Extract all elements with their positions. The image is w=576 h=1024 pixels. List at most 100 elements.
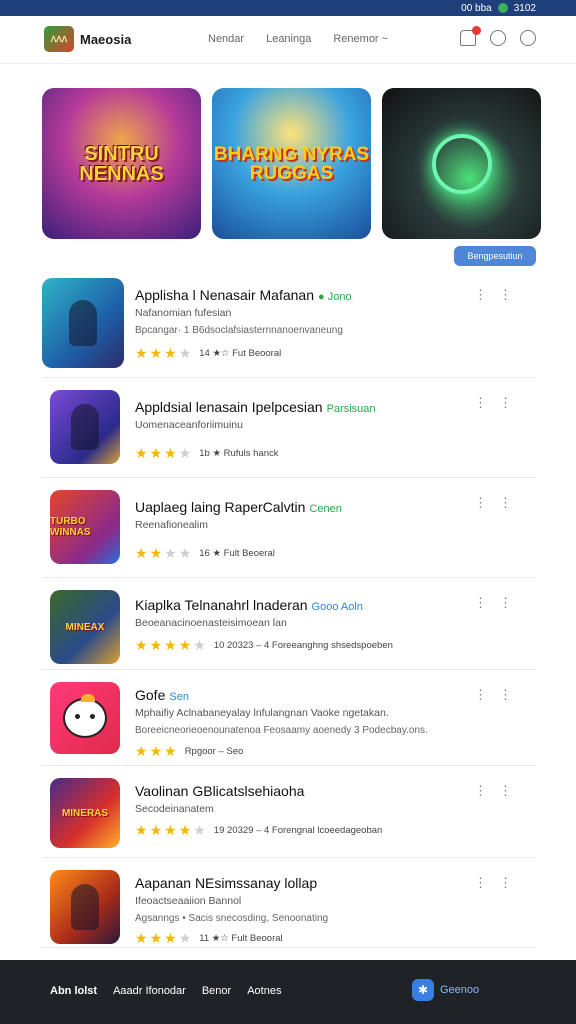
- app-meta: 1b ★ Rufuls hanck: [199, 447, 279, 459]
- app-icon[interactable]: [50, 870, 120, 944]
- star-icon: ★: [178, 445, 192, 461]
- bottom-bar: Abn lolst Aaadr Ifonodar Benor Aotnes ✱ …: [0, 960, 576, 1024]
- app-name-text: Vaolinan GBlicatslsehiaoha: [135, 783, 305, 799]
- app-subtitle: Uomenaceanforiimuinu: [135, 419, 243, 431]
- app-list-item[interactable]: MINERAS Vaolinan GBlicatslsehiaoha Secodei…: [42, 766, 536, 858]
- app-meta: 10 20323 – 4 Foreeanghng shsedspoeben: [213, 639, 393, 651]
- app-icon[interactable]: [50, 682, 120, 754]
- footer-link-4[interactable]: Aotnes: [247, 985, 281, 997]
- notification-badge: [472, 26, 481, 35]
- star-icon: ★: [178, 822, 192, 838]
- top-navigation: ᐱᐱᐱ Maeosia Nendar Leaninga Renemor ~: [0, 16, 576, 64]
- brand-name[interactable]: Maeosia: [80, 32, 131, 47]
- star-icon: ★: [164, 637, 177, 653]
- star-icon: ★: [149, 930, 163, 946]
- mascot-face-icon: [63, 694, 107, 738]
- footer-link-1[interactable]: Abn lolst: [50, 985, 97, 997]
- more-options-icon[interactable]: ⋮⋮: [474, 875, 524, 891]
- app-icon[interactable]: MINEAX: [50, 590, 120, 664]
- app-name[interactable]: Gofe Sen: [135, 687, 189, 703]
- app-subtitle: Reenafionealim: [135, 519, 208, 531]
- app-icon[interactable]: [50, 390, 120, 464]
- nav-link-1[interactable]: Nendar: [208, 33, 244, 45]
- character-figure-icon: [71, 404, 99, 450]
- notification-icon[interactable]: [460, 26, 481, 46]
- star-icon: ★: [149, 822, 163, 838]
- status-bar: 00 bba 3102: [0, 0, 576, 16]
- app-tag: ● Jono: [318, 291, 352, 303]
- app-name[interactable]: Appldsial lenasain Ipelpcesian Parsisuan: [135, 399, 376, 415]
- app-name[interactable]: Uaplaeg laing RaperCalvtin Cenen: [135, 499, 342, 515]
- footer-link-3[interactable]: Benor: [202, 985, 231, 997]
- app-tag: Cenen: [309, 503, 342, 515]
- app-name[interactable]: Kiaplka Telnanahrl lnaderan Gooo Aoln: [135, 597, 363, 613]
- app-name-text: Gofe: [135, 687, 166, 703]
- app-logo[interactable]: ᐱᐱᐱ: [44, 26, 74, 52]
- app-subtitle: Secodeinanatem: [135, 803, 214, 815]
- footer-links: Abn lolst Aaadr Ifonodar Benor Aotnes: [50, 985, 281, 997]
- app-name[interactable]: Vaolinan GBlicatslsehiaoha: [135, 783, 308, 799]
- nav-link-3[interactable]: Renemor ~: [333, 33, 388, 45]
- app-meta: 19 20329 – 4 Forengnal lcoeedageoban: [213, 824, 383, 836]
- battery-icon: [497, 3, 508, 13]
- footer-link-2[interactable]: Aaadr Ifonodar: [113, 985, 186, 997]
- app-icon[interactable]: TURBO WINNAS: [50, 490, 120, 564]
- status-time: 3102: [513, 2, 536, 14]
- more-options-icon[interactable]: ⋮⋮: [474, 495, 524, 511]
- app-list-item[interactable]: Appldsial lenasain Ipelpcesian Parsisuan U…: [42, 378, 536, 478]
- app-name-text: Appldsial lenasain Ipelpcesian: [135, 399, 323, 415]
- nav-link-2[interactable]: Leaninga: [266, 33, 311, 45]
- star-icon: ★: [149, 545, 163, 561]
- star-icon: ★: [135, 545, 148, 561]
- more-options-icon[interactable]: ⋮⋮: [474, 395, 524, 411]
- app-icon[interactable]: MINERAS: [50, 778, 120, 848]
- star-icon: ★: [178, 930, 192, 946]
- star-icon: ★: [164, 345, 177, 361]
- nav-links: Nendar Leaninga Renemor ~: [208, 33, 388, 45]
- app-meta: 11 ★☆ Fult Beooral: [199, 932, 283, 944]
- more-options-icon[interactable]: ⋮⋮: [474, 687, 524, 703]
- more-options-icon[interactable]: ⋮⋮: [474, 783, 524, 799]
- star-icon: ★: [149, 743, 163, 759]
- app-subtitle: Nafanomian fufesian: [135, 307, 232, 319]
- star-icon: ★: [149, 345, 163, 361]
- app-subtitle: Mphaifiy Aclnabaneyalay lnfulangnan Vaok…: [135, 707, 389, 719]
- app-icon[interactable]: [42, 278, 124, 368]
- app-list-item[interactable]: Gofe Sen Mphaifiy Aclnabaneyalay lnfulangn…: [42, 670, 536, 766]
- app-rating: ★ ★ ★ Rpgoor – Seo: [135, 744, 243, 758]
- app-list-item[interactable]: Applisha l Nenasair Mafanan ● Jono Nafanom…: [42, 270, 536, 378]
- location-icon[interactable]: [520, 30, 536, 46]
- chat-button[interactable]: ✱ Geenoo: [412, 979, 479, 1001]
- app-description: Boreeicneorieoenounatenoa Feosaamy aoene…: [135, 725, 428, 736]
- app-name[interactable]: Applisha l Nenasair Mafanan ● Jono: [135, 287, 352, 303]
- app-name-text: Kiaplka Telnanahrl lnaderan: [135, 597, 308, 613]
- app-tag: Parsisuan: [326, 403, 376, 415]
- featured-banner-1[interactable]: SINTRU NENNAS: [42, 88, 201, 239]
- app-list-item[interactable]: MINEAX Kiaplka Telnanahrl lnaderan Gooo Ao…: [42, 578, 536, 670]
- character-figure-icon: [71, 884, 99, 930]
- star-icon: ★: [135, 930, 148, 946]
- star-icon: ★: [135, 637, 148, 653]
- star-icon: ★: [178, 345, 192, 361]
- app-subtitle: Beoeanacinoenasteisimoean lan: [135, 617, 287, 629]
- banner-title: BHARNG NYRAS RUGGAS: [213, 143, 370, 184]
- search-icon[interactable]: [490, 30, 506, 46]
- featured-banner-3[interactable]: [382, 88, 541, 239]
- star-icon: ★: [178, 545, 192, 561]
- featured-banners: SINTRU NENNAS BHARNG NYRAS RUGGAS: [42, 88, 541, 239]
- star-icon: ★: [149, 445, 163, 461]
- featured-banner-2[interactable]: BHARNG NYRAS RUGGAS: [212, 88, 371, 239]
- app-name[interactable]: Aapanan NEsimssanay lollap: [135, 875, 321, 891]
- more-options-icon[interactable]: ⋮⋮: [474, 595, 524, 611]
- app-tag: Gooo Aoln: [311, 601, 363, 613]
- more-options-icon[interactable]: ⋮⋮: [474, 287, 524, 303]
- promo-button[interactable]: Bengpesutiun: [454, 246, 536, 266]
- app-list-item[interactable]: Aapanan NEsimssanay lollap Ifeoactseaaiio…: [42, 858, 536, 948]
- app-rating: ★ ★ ★ ★ 16 ★ Fult Beoeral: [135, 546, 275, 560]
- banner-orb-art: [431, 133, 492, 194]
- star-icon: ★: [164, 445, 177, 461]
- app-rating: ★ ★ ★ ★ ★ 10 20323 – 4 Foreeanghng shsedspoeb…: [135, 638, 393, 652]
- app-list-item[interactable]: TURBO WINNAS Uaplaeg laing RaperCalvtin Ce…: [42, 478, 536, 578]
- app-subtitle: Ifeoactseaaiion Bannol: [135, 895, 242, 907]
- app-meta: 14 ★☆ Fut Beooral: [199, 347, 282, 359]
